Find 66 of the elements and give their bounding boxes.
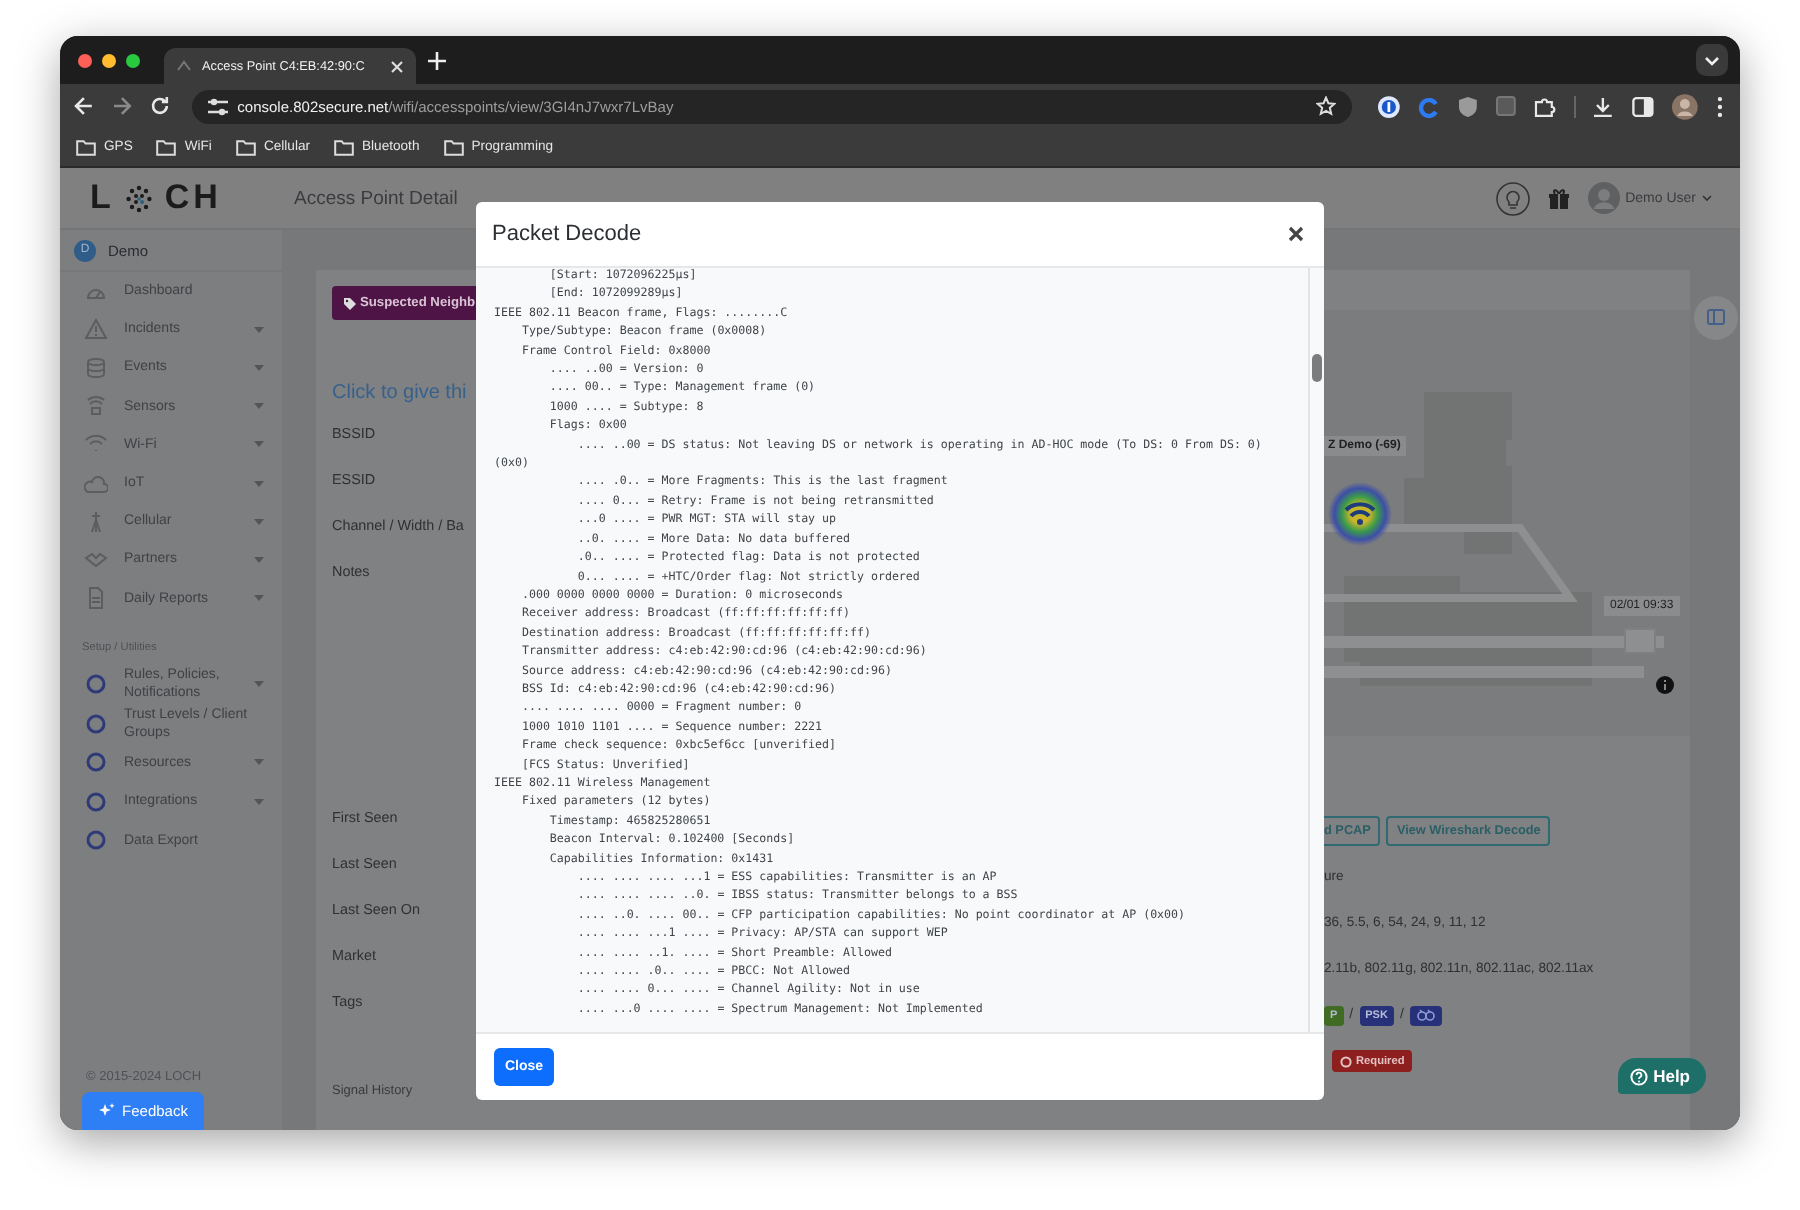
site-settings-icon[interactable] (207, 97, 228, 115)
new-tab-icon[interactable] (428, 51, 446, 69)
back-icon[interactable] (74, 96, 94, 116)
sensor-icon (84, 394, 108, 419)
folder-icon (76, 139, 96, 155)
caret-icon (254, 479, 264, 488)
avatar-icon (1587, 182, 1620, 214)
close-window-button[interactable] (78, 53, 92, 67)
caret-icon (254, 325, 264, 334)
extension-icon[interactable] (1495, 96, 1516, 116)
close-tab-icon[interactable] (390, 59, 404, 73)
side-panel-icon[interactable] (1632, 95, 1655, 117)
caret-icon (254, 594, 264, 603)
info-icon[interactable] (1656, 676, 1674, 694)
warning-icon (84, 317, 108, 342)
caret-icon (254, 680, 264, 689)
caret-icon (254, 363, 264, 372)
caret-icon (254, 797, 264, 806)
forward-icon[interactable] (111, 96, 132, 116)
circle-icon (84, 828, 108, 853)
gift-icon[interactable] (1547, 187, 1570, 209)
caret-icon (254, 555, 264, 564)
circle-icon (84, 711, 108, 736)
caret-icon (254, 517, 264, 526)
page-title: Access Point Detail (294, 187, 458, 209)
help-icon (1629, 1067, 1648, 1085)
tag-icon (344, 297, 356, 309)
folder-icon (156, 139, 177, 155)
scrollbar[interactable] (1308, 268, 1324, 1032)
dialog-title: Packet Decode (492, 222, 642, 246)
maximize-window-button[interactable] (126, 53, 140, 67)
caret-icon (254, 758, 264, 767)
bookmark-star-icon[interactable] (1316, 96, 1337, 116)
database-icon (84, 355, 108, 380)
folder-icon (443, 139, 464, 155)
folder-icon (334, 139, 354, 155)
sparkle-icon (98, 1102, 117, 1120)
caret-icon (254, 440, 264, 449)
chevron-down-icon (1702, 194, 1712, 202)
shield-icon[interactable] (1457, 95, 1478, 117)
caret-icon (254, 402, 264, 411)
wifi-icon (84, 432, 108, 457)
folder-icon (235, 139, 256, 155)
logo: L CH (90, 178, 222, 218)
site-favicon-icon (176, 58, 192, 74)
panel-toggle-icon[interactable] (1693, 296, 1737, 340)
password-manager-icon[interactable] (1378, 95, 1400, 117)
profile-avatar[interactable] (1672, 93, 1699, 119)
document-icon (84, 586, 108, 611)
tab-list-icon[interactable] (1696, 44, 1728, 76)
cloud-icon (84, 471, 108, 496)
reload-icon[interactable] (149, 96, 170, 116)
lightbulb-icon[interactable] (1495, 181, 1530, 215)
extension-icon[interactable] (1417, 95, 1440, 117)
minimize-window-button[interactable] (102, 53, 116, 67)
circle-icon (84, 750, 108, 775)
circle-icon (1340, 1055, 1352, 1067)
name-prompt-link[interactable]: Click to give thi (332, 378, 476, 410)
help-button[interactable]: Help (1617, 1058, 1706, 1094)
download-icon[interactable] (1592, 95, 1615, 117)
access-point-icon[interactable] (1328, 482, 1392, 546)
circle-icon (84, 672, 108, 697)
close-icon[interactable] (1288, 226, 1304, 242)
puzzle-icon[interactable] (1533, 95, 1555, 117)
menu-icon[interactable] (1716, 95, 1725, 117)
circle-icon (84, 789, 108, 814)
